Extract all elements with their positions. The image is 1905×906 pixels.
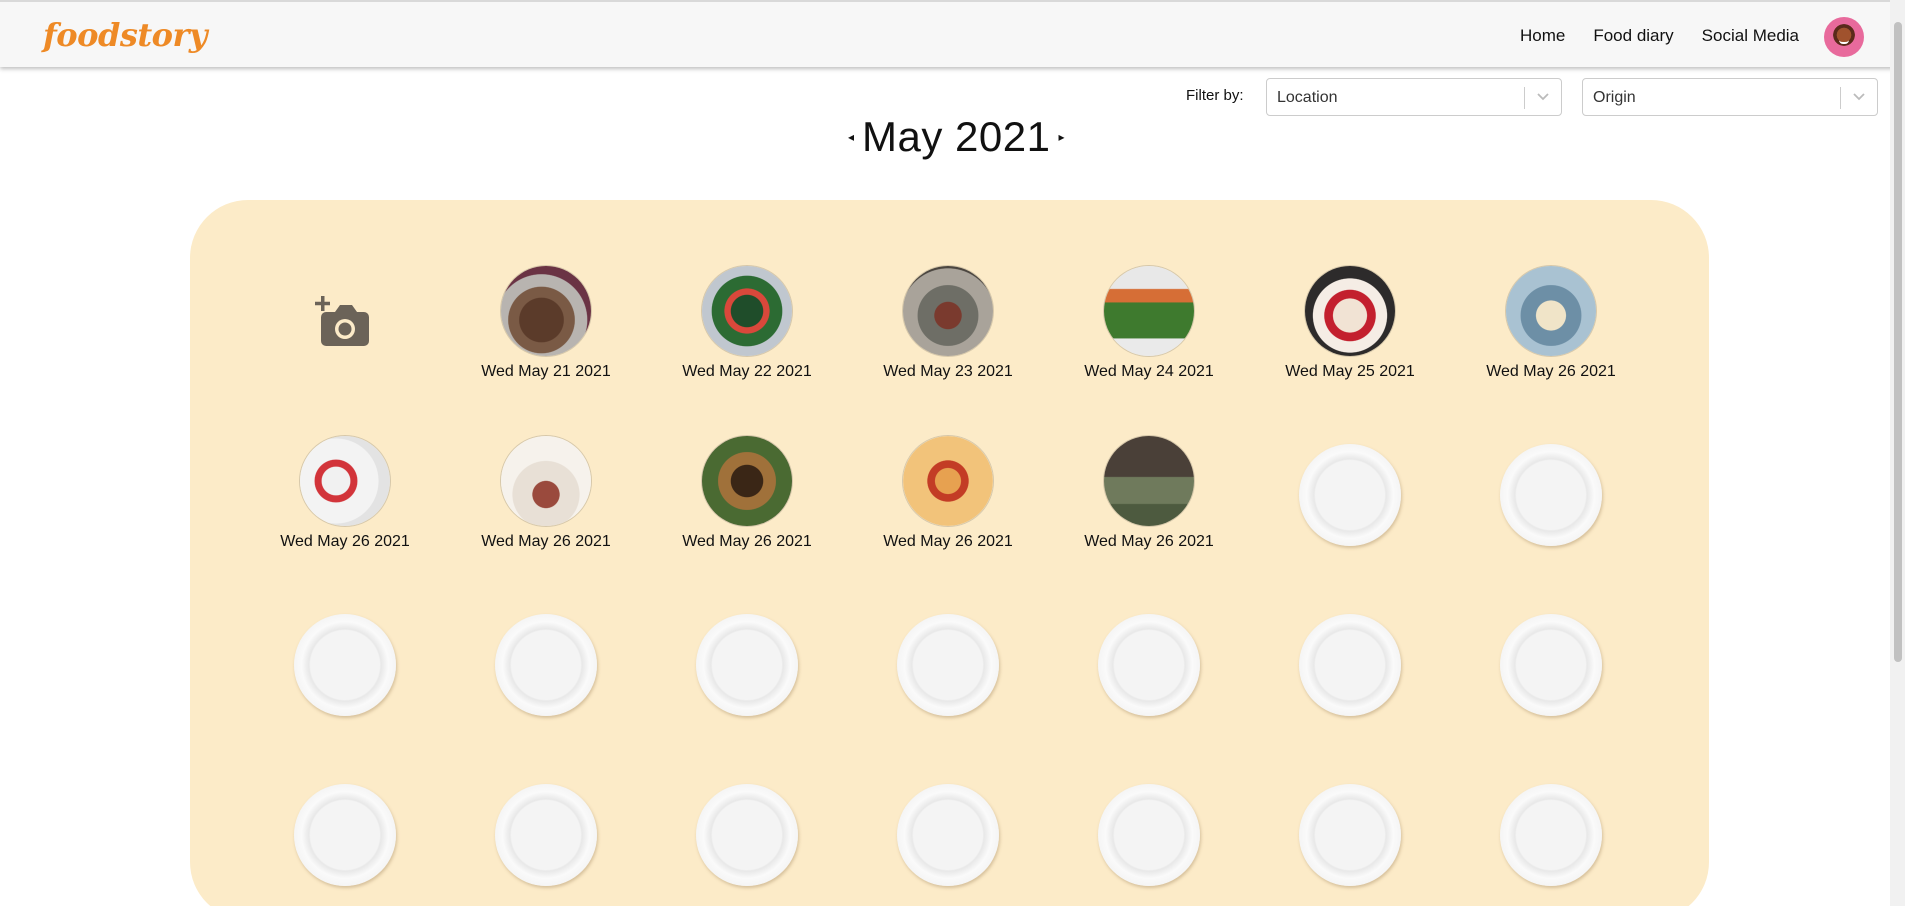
logo[interactable]: foodstory [43,16,207,54]
origin-select[interactable]: Origin [1582,78,1878,116]
entry-date: Wed May 26 2021 [1486,363,1616,380]
empty-plate-slot[interactable] [1476,776,1626,896]
empty-plate-icon [294,784,396,886]
empty-plate-icon [294,614,396,716]
month-navigator: ◂ May 2021 ▸ [848,113,1065,161]
food-photo[interactable] [501,436,591,526]
empty-plate-icon [495,614,597,716]
food-entry[interactable]: Wed May 26 2021 [1476,266,1626,386]
entry-date: Wed May 26 2021 [682,533,812,550]
empty-plate-icon [696,784,798,886]
food-photo[interactable] [702,436,792,526]
main-nav: Home Food diary Social Media [1520,26,1799,46]
avatar[interactable] [1824,17,1864,57]
location-select-value: Location [1277,89,1338,106]
scrollbar-thumb[interactable] [1894,22,1902,662]
empty-plate-icon [897,784,999,886]
chevron-down-icon [1537,93,1549,101]
food-photo[interactable] [1305,266,1395,356]
empty-plate-slot[interactable] [471,606,621,726]
empty-plate-icon [1299,784,1401,886]
select-separator [1524,87,1525,109]
empty-plate-icon [495,784,597,886]
entry-date: Wed May 26 2021 [280,533,410,550]
empty-plate-icon [1098,784,1200,886]
top-navbar: foodstory Home Food diary Social Media [0,0,1905,67]
empty-plate-icon [1500,614,1602,716]
food-diary-calendar: Wed May 21 2021 Wed May 22 2021 Wed May … [190,200,1709,906]
food-entry[interactable]: Wed May 23 2021 [873,266,1023,386]
food-photo[interactable] [1104,436,1194,526]
entry-date: Wed May 21 2021 [481,363,611,380]
empty-plate-slot[interactable] [1275,436,1425,556]
nav-social-media[interactable]: Social Media [1702,26,1799,46]
entry-date: Wed May 26 2021 [481,533,611,550]
empty-plate-slot[interactable] [672,776,822,896]
empty-plate-slot[interactable] [672,606,822,726]
filter-label: Filter by: [1186,87,1244,104]
empty-plate-icon [1299,614,1401,716]
add-photo-button[interactable] [270,266,420,386]
food-entry[interactable]: Wed May 26 2021 [672,436,822,556]
empty-plate-slot[interactable] [1275,606,1425,726]
food-entry[interactable]: Wed May 26 2021 [873,436,1023,556]
food-entry[interactable]: Wed May 26 2021 [471,436,621,556]
entry-date: Wed May 25 2021 [1285,363,1415,380]
food-photo[interactable] [702,266,792,356]
chevron-down-icon [1853,93,1865,101]
food-entry[interactable]: Wed May 25 2021 [1275,266,1425,386]
food-entry[interactable]: Wed May 22 2021 [672,266,822,386]
nav-home[interactable]: Home [1520,26,1565,46]
next-month-icon[interactable]: ▸ [1058,130,1064,144]
food-photo[interactable] [501,266,591,356]
food-entry[interactable]: Wed May 24 2021 [1074,266,1224,386]
food-photo[interactable] [1506,266,1596,356]
empty-plate-slot[interactable] [1476,606,1626,726]
entry-date: Wed May 26 2021 [1084,533,1214,550]
empty-plate-icon [696,614,798,716]
food-photo[interactable] [903,266,993,356]
empty-plate-icon [1500,444,1602,546]
entry-date: Wed May 24 2021 [1084,363,1214,380]
food-photo[interactable] [1104,266,1194,356]
empty-plate-slot[interactable] [270,606,420,726]
prev-month-icon[interactable]: ◂ [848,130,854,144]
empty-plate-slot[interactable] [471,776,621,896]
select-separator [1840,87,1841,109]
food-photo[interactable] [300,436,390,526]
entry-date: Wed May 23 2021 [883,363,1013,380]
empty-plate-icon [897,614,999,716]
month-title: May 2021 [862,113,1051,160]
empty-plate-slot[interactable] [1074,606,1224,726]
empty-plate-slot[interactable] [873,776,1023,896]
empty-plate-slot[interactable] [873,606,1023,726]
food-photo[interactable] [903,436,993,526]
empty-plate-slot[interactable] [270,776,420,896]
empty-plate-icon [1299,444,1401,546]
empty-plate-icon [1500,784,1602,886]
entry-date: Wed May 26 2021 [883,533,1013,550]
food-entry[interactable]: Wed May 26 2021 [270,436,420,556]
empty-plate-slot[interactable] [1275,776,1425,896]
add-photo-icon [315,296,369,346]
empty-plate-slot[interactable] [1074,776,1224,896]
food-entry[interactable]: Wed May 21 2021 [471,266,621,386]
entry-date: Wed May 22 2021 [682,363,812,380]
nav-food-diary[interactable]: Food diary [1593,26,1673,46]
empty-plate-slot[interactable] [1476,436,1626,556]
food-entry[interactable]: Wed May 26 2021 [1074,436,1224,556]
origin-select-value: Origin [1593,89,1636,106]
empty-plate-icon [1098,614,1200,716]
location-select[interactable]: Location [1266,78,1562,116]
